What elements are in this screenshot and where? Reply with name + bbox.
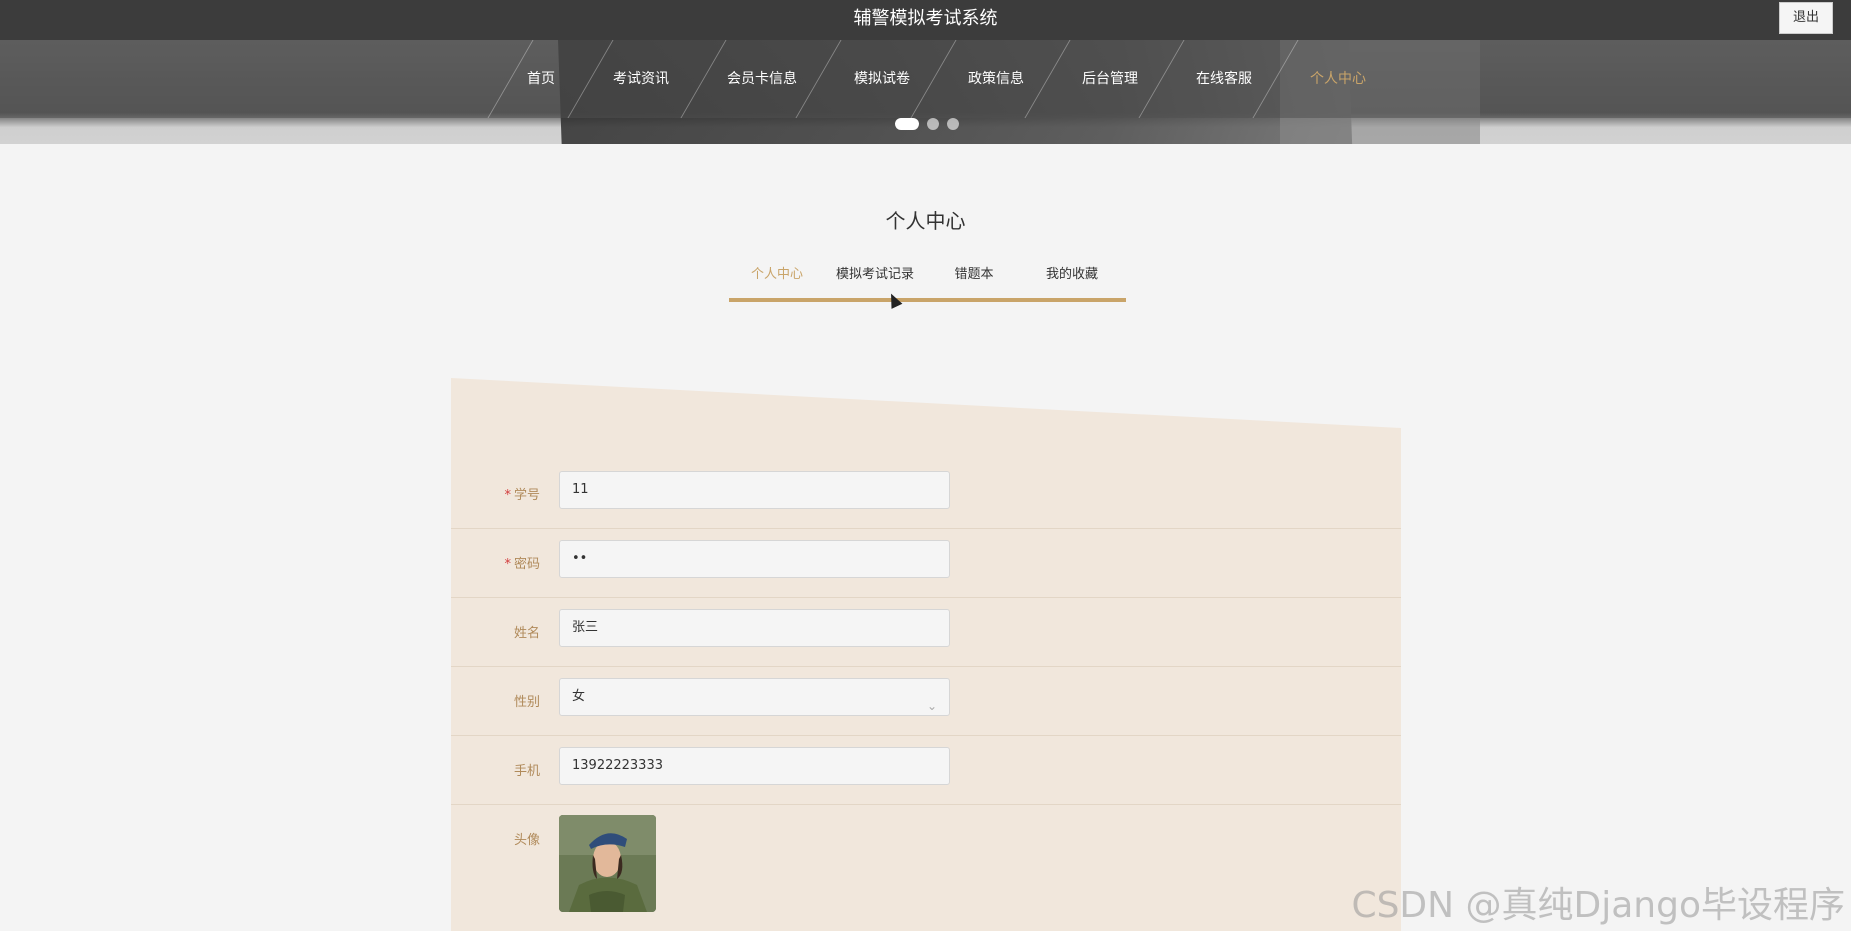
form-row-name: 姓名 张三: [451, 598, 1401, 667]
chevron-down-icon: ⌄: [926, 699, 937, 713]
nav-item-mock-papers[interactable]: 模拟试卷: [854, 40, 910, 118]
nav-divider: [567, 40, 614, 118]
nav-item-admin[interactable]: 后台管理: [1082, 40, 1138, 118]
form-row-phone: 手机 13922223333: [451, 736, 1401, 805]
student-id-label: * 学号: [504, 488, 540, 503]
password-input[interactable]: ••: [559, 540, 950, 578]
avatar-photo: [559, 815, 656, 912]
nav-item-policy[interactable]: 政策信息: [968, 40, 1024, 118]
carousel-indicators: [895, 118, 959, 130]
site-title: 辅警模拟考试系统: [853, 8, 998, 29]
phone-label: 手机: [513, 764, 540, 779]
nav-item-online-service[interactable]: 在线客服: [1196, 40, 1252, 118]
logout-button[interactable]: 退出: [1779, 2, 1833, 34]
watermark: CSDN @真纯Django毕设程序: [1351, 885, 1845, 926]
carousel-dot-1[interactable]: [895, 118, 919, 130]
nav-divider: [910, 40, 957, 118]
page-title: 个人中心: [885, 209, 966, 233]
tab-favorites[interactable]: 我的收藏: [1023, 262, 1121, 298]
form-row-password: * 密码 ••: [451, 529, 1401, 598]
form-row-student-id: * 学号 11: [451, 460, 1401, 529]
nav-item-home[interactable]: 首页: [526, 40, 556, 118]
avatar[interactable]: [559, 815, 656, 912]
personal-center-tabs: 个人中心 模拟考试记录 错题本 我的收藏: [729, 262, 1126, 302]
avatar-label: 头像: [513, 833, 540, 848]
nav-divider: [1024, 40, 1071, 118]
tab-wrong-questions[interactable]: 错题本: [925, 262, 1023, 298]
main-nav: 首页 考试资讯 会员卡信息 模拟试卷 政策信息 后台管理 在线客服 个人中心: [0, 40, 1851, 118]
form-row-avatar: 头像: [451, 805, 1401, 931]
name-input[interactable]: 张三: [559, 609, 950, 647]
nav-item-exam-news[interactable]: 考试资讯: [613, 40, 669, 118]
gender-select-value: 女: [572, 689, 586, 704]
phone-input[interactable]: 13922223333: [559, 747, 950, 785]
nav-divider: [1138, 40, 1185, 118]
carousel-dot-3[interactable]: [947, 118, 959, 130]
password-label: * 密码: [504, 557, 540, 572]
nav-item-membership[interactable]: 会员卡信息: [727, 40, 797, 118]
name-label: 姓名: [513, 626, 540, 641]
nav-divider: [795, 40, 842, 118]
top-bar: 辅警模拟考试系统 退出: [0, 0, 1851, 40]
student-id-input[interactable]: 11: [559, 471, 950, 509]
form-row-gender: 性别 女 ⌄: [451, 667, 1401, 736]
nav-divider: [680, 40, 727, 118]
nav-divider: [1252, 40, 1299, 118]
tab-personal-center[interactable]: 个人中心: [729, 262, 825, 298]
tab-mock-exam-records[interactable]: 模拟考试记录: [825, 262, 925, 298]
gender-select[interactable]: 女 ⌄: [559, 678, 950, 716]
carousel-dot-2[interactable]: [927, 118, 939, 130]
gender-label: 性别: [513, 695, 540, 710]
nav-item-personal-center[interactable]: 个人中心: [1310, 40, 1366, 118]
